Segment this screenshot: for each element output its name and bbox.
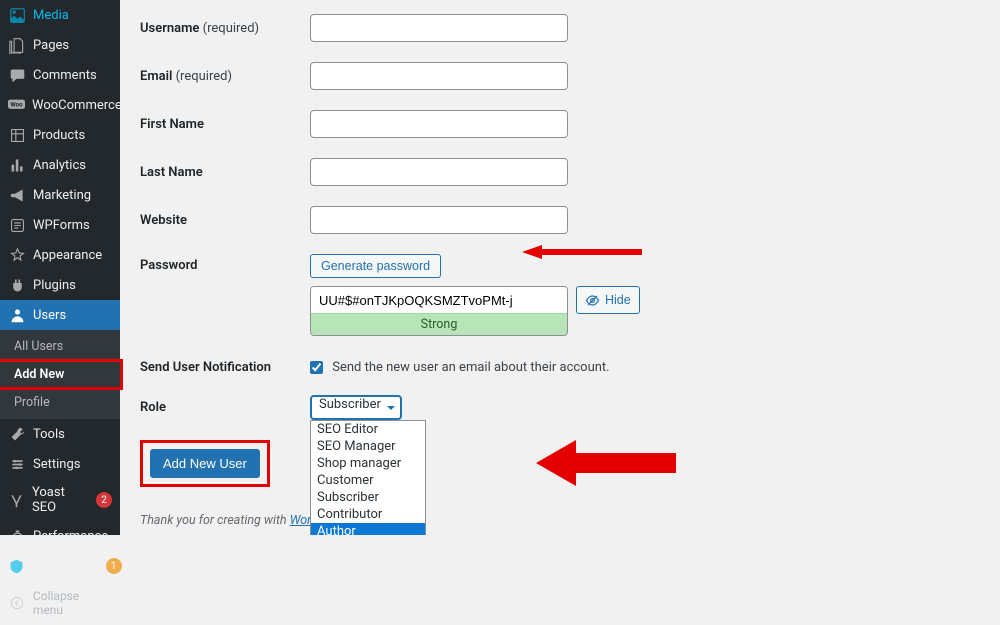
sidebar-item-media[interactable]: Media bbox=[0, 0, 120, 30]
role-option-shop-manager[interactable]: Shop manager bbox=[311, 455, 425, 472]
woo-icon: Woo bbox=[8, 96, 25, 114]
pages-icon bbox=[8, 36, 26, 54]
sidebar-label: Comments bbox=[33, 68, 97, 83]
admin-sidebar: Media Pages Comments Woo WooCommerce Pro… bbox=[0, 0, 120, 535]
collapse-label: Collapse menu bbox=[33, 589, 112, 617]
send-notification-label: Send User Notification bbox=[140, 360, 310, 375]
sidebar-label: Appearance bbox=[33, 248, 102, 263]
yoast-icon bbox=[8, 491, 25, 509]
footer-credit: Thank you for creating with WordPress. bbox=[140, 513, 980, 528]
sidebar-item-wordfence[interactable]: Wordfence 1 bbox=[0, 551, 120, 581]
sidebar-label: Media bbox=[33, 8, 69, 23]
sidebar-item-woocommerce[interactable]: Woo WooCommerce bbox=[0, 90, 120, 120]
badge: 2 bbox=[96, 492, 112, 508]
password-label: Password bbox=[140, 254, 310, 273]
password-input[interactable] bbox=[311, 287, 567, 313]
add-new-user-button[interactable]: Add New User bbox=[150, 449, 260, 478]
users-icon bbox=[8, 306, 26, 324]
comments-icon bbox=[8, 66, 26, 84]
sidebar-label: Plugins bbox=[33, 278, 76, 293]
sidebar-item-appearance[interactable]: Appearance bbox=[0, 240, 120, 270]
submenu-add-new[interactable]: Add New bbox=[0, 362, 120, 387]
sidebar-label: WooCommerce bbox=[32, 98, 122, 113]
submenu-profile[interactable]: Profile bbox=[0, 390, 120, 415]
sidebar-item-analytics[interactable]: Analytics bbox=[0, 150, 120, 180]
password-strength: Strong bbox=[311, 313, 567, 335]
role-option-seo-manager[interactable]: SEO Manager bbox=[311, 438, 425, 455]
products-icon bbox=[8, 126, 26, 144]
role-dropdown: SEO Editor SEO Manager Shop manager Cust… bbox=[310, 420, 426, 535]
sidebar-submenu: All Users Add New Profile bbox=[0, 330, 120, 419]
sidebar-label: Marketing bbox=[33, 188, 91, 203]
hide-password-button[interactable]: Hide bbox=[576, 286, 640, 314]
sidebar-label: Yoast SEO bbox=[32, 485, 85, 515]
send-notification-checkbox[interactable] bbox=[310, 361, 323, 374]
role-label: Role bbox=[140, 400, 310, 415]
collapse-icon bbox=[8, 594, 26, 612]
sidebar-item-users[interactable]: Users bbox=[0, 300, 120, 330]
settings-icon bbox=[8, 455, 26, 473]
role-option-author[interactable]: Author bbox=[311, 523, 425, 535]
sidebar-label: Settings bbox=[33, 457, 80, 472]
performance-icon bbox=[8, 527, 26, 545]
sidebar-label: Tools bbox=[33, 427, 65, 442]
eye-slash-icon bbox=[585, 293, 600, 308]
sidebar-item-marketing[interactable]: Marketing bbox=[0, 180, 120, 210]
lastname-label: Last Name bbox=[140, 165, 310, 180]
sidebar-item-performance[interactable]: Performance bbox=[0, 521, 120, 551]
sidebar-label: Wordfence bbox=[32, 559, 95, 574]
svg-text:Woo: Woo bbox=[10, 101, 23, 109]
role-option-subscriber[interactable]: Subscriber bbox=[311, 489, 425, 506]
send-notification-text: Send the new user an email about their a… bbox=[332, 360, 609, 375]
role-option-contributor[interactable]: Contributor bbox=[311, 506, 425, 523]
email-input[interactable] bbox=[310, 62, 568, 90]
sidebar-item-tools[interactable]: Tools bbox=[0, 419, 120, 449]
sidebar-label: Users bbox=[33, 308, 66, 323]
media-icon bbox=[8, 6, 26, 24]
sidebar-label: Performance bbox=[33, 529, 108, 544]
annotation-submit-box: Add New User bbox=[140, 440, 270, 487]
lastname-input[interactable] bbox=[310, 158, 568, 186]
sidebar-item-comments[interactable]: Comments bbox=[0, 60, 120, 90]
wordfence-icon bbox=[8, 557, 25, 575]
username-label: Username (required) bbox=[140, 21, 310, 36]
tools-icon bbox=[8, 425, 26, 443]
sidebar-label: Products bbox=[33, 128, 85, 143]
sidebar-item-settings[interactable]: Settings bbox=[0, 449, 120, 479]
sidebar-item-wpforms[interactable]: WPForms bbox=[0, 210, 120, 240]
sidebar-item-yoast[interactable]: Yoast SEO 2 bbox=[0, 479, 120, 521]
sidebar-label: Analytics bbox=[33, 158, 86, 173]
annotation-add-new: Add New bbox=[0, 359, 123, 390]
website-input[interactable] bbox=[310, 206, 568, 234]
sidebar-item-plugins[interactable]: Plugins bbox=[0, 270, 120, 300]
role-option-seo-editor[interactable]: SEO Editor bbox=[311, 421, 425, 438]
appearance-icon bbox=[8, 246, 26, 264]
main-content: Username (required) Email (required) Fir… bbox=[120, 0, 1000, 535]
firstname-input[interactable] bbox=[310, 110, 568, 138]
badge: 1 bbox=[106, 558, 122, 574]
sidebar-label: WPForms bbox=[33, 218, 90, 233]
sidebar-label: Pages bbox=[33, 38, 69, 53]
username-input[interactable] bbox=[310, 14, 568, 42]
generate-password-button[interactable]: Generate password bbox=[310, 254, 441, 278]
submenu-all-users[interactable]: All Users bbox=[0, 334, 120, 359]
role-option-customer[interactable]: Customer bbox=[311, 472, 425, 489]
role-select[interactable]: Subscriber bbox=[310, 395, 402, 420]
analytics-icon bbox=[8, 156, 26, 174]
marketing-icon bbox=[8, 186, 26, 204]
sidebar-item-pages[interactable]: Pages bbox=[0, 30, 120, 60]
firstname-label: First Name bbox=[140, 117, 310, 132]
website-label: Website bbox=[140, 213, 310, 228]
sidebar-item-products[interactable]: Products bbox=[0, 120, 120, 150]
wpforms-icon bbox=[8, 216, 26, 234]
email-label: Email (required) bbox=[140, 69, 310, 84]
plugins-icon bbox=[8, 276, 26, 294]
collapse-menu[interactable]: Collapse menu bbox=[0, 581, 120, 625]
